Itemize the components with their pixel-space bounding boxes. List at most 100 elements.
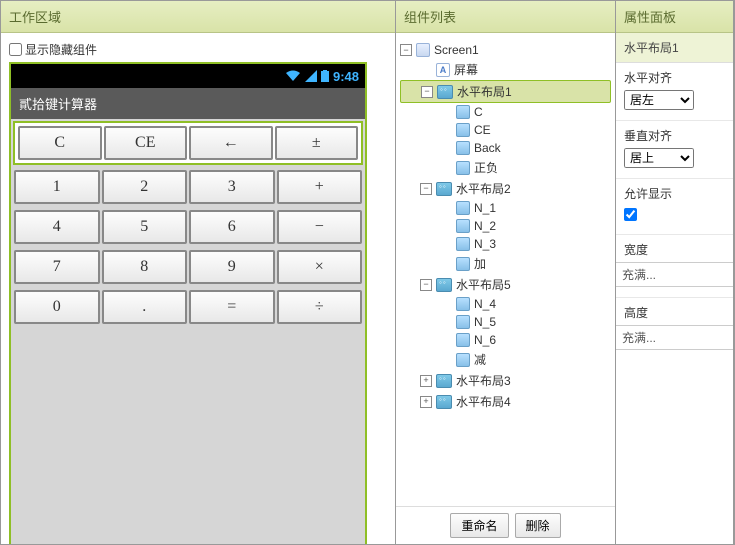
- calc-button[interactable]: 4: [14, 210, 100, 244]
- prop-width: 宽度 充满...: [616, 234, 733, 297]
- calc-button[interactable]: 3: [189, 170, 275, 204]
- property-body: 水平布局1 水平对齐 居左 垂直对齐 居上 允许显示 宽度 充满... 高度 充…: [616, 33, 733, 544]
- delete-button[interactable]: 删除: [515, 513, 561, 538]
- tree-node[interactable]: N_5: [400, 313, 611, 331]
- calc-button[interactable]: 0: [14, 290, 100, 324]
- tree-node[interactable]: − 水平布局5: [400, 274, 611, 295]
- tree-node-label: N_4: [474, 297, 496, 311]
- comp-icon: [456, 219, 470, 233]
- calc-button[interactable]: ←: [189, 126, 273, 160]
- collapse-icon[interactable]: −: [420, 183, 432, 195]
- tree-node-label: N_3: [474, 237, 496, 251]
- phone-content: CCE←±123+456−789×0.=÷: [11, 119, 365, 331]
- prop-height-label: 高度: [624, 304, 725, 321]
- tree-node-label: N_1: [474, 201, 496, 215]
- tree-node[interactable]: N_3: [400, 235, 611, 253]
- tree-node[interactable]: 加: [400, 253, 611, 274]
- component-list-title: 组件列表: [396, 1, 615, 33]
- tree-node[interactable]: N_2: [400, 217, 611, 235]
- prop-valign-label: 垂直对齐: [624, 127, 725, 144]
- collapse-icon[interactable]: −: [420, 279, 432, 291]
- layout-icon: [436, 374, 452, 388]
- calc-button[interactable]: ×: [277, 250, 363, 284]
- tree-node-label: 正负: [474, 159, 498, 176]
- tree-node-label: 水平布局5: [456, 276, 511, 293]
- calc-button[interactable]: 6: [189, 210, 275, 244]
- tree-node-label: 水平布局4: [456, 393, 511, 410]
- prop-visible-checkbox[interactable]: [624, 208, 637, 221]
- prop-valign: 垂直对齐 居上: [616, 120, 733, 178]
- calc-button[interactable]: +: [277, 170, 363, 204]
- comp-icon: [456, 141, 470, 155]
- show-hidden-row[interactable]: 显示隐藏组件: [9, 41, 387, 58]
- calc-button[interactable]: .: [102, 290, 188, 324]
- prop-height-value[interactable]: 充满...: [616, 325, 733, 350]
- property-panel: 属性面板 水平布局1 水平对齐 居左 垂直对齐 居上 允许显示 宽度 充满...…: [616, 1, 734, 544]
- text-icon: A: [436, 63, 450, 77]
- tree-node-label: C: [474, 105, 483, 119]
- expand-icon[interactable]: +: [420, 396, 432, 408]
- tree-node-label: 水平布局1: [457, 83, 512, 100]
- layout-icon: [437, 85, 453, 99]
- prop-width-label: 宽度: [624, 241, 725, 258]
- calc-row: 123+: [13, 169, 363, 205]
- calc-button[interactable]: 5: [102, 210, 188, 244]
- comp-icon: [456, 123, 470, 137]
- tree-node[interactable]: CE: [400, 121, 611, 139]
- comp-icon: [456, 257, 470, 271]
- comp-icon: [456, 161, 470, 175]
- tree-node[interactable]: N_1: [400, 199, 611, 217]
- tree-node[interactable]: N_4: [400, 295, 611, 313]
- calc-button[interactable]: CE: [104, 126, 188, 160]
- collapse-icon[interactable]: −: [400, 44, 412, 56]
- calc-button[interactable]: 8: [102, 250, 188, 284]
- comp-icon: [456, 315, 470, 329]
- tree-node[interactable]: −水平布局2: [400, 178, 611, 199]
- layout-icon: [436, 182, 452, 196]
- phone-app-title: 貳拾键计算器: [11, 88, 365, 119]
- calc-button[interactable]: −: [277, 210, 363, 244]
- rename-button[interactable]: 重命名: [450, 513, 508, 538]
- work-area-panel: 工作区域 显示隐藏组件 9:48 貳拾键计算器 CCE←±123+456−789…: [1, 1, 396, 544]
- tree-node[interactable]: −Screen1: [400, 41, 611, 59]
- tree-node-label: N_5: [474, 315, 496, 329]
- tree-node[interactable]: − 水平布局1: [400, 80, 611, 103]
- comp-icon: [456, 201, 470, 215]
- tree-node[interactable]: 减: [400, 349, 611, 370]
- expand-icon[interactable]: +: [420, 375, 432, 387]
- calc-row: 0.=÷: [13, 289, 363, 325]
- tree-node[interactable]: N_6: [400, 331, 611, 349]
- prop-width-value[interactable]: 充满...: [616, 262, 733, 287]
- prop-valign-select[interactable]: 居上: [624, 148, 694, 168]
- calc-button[interactable]: =: [189, 290, 275, 324]
- calc-button[interactable]: ÷: [277, 290, 363, 324]
- tree-node[interactable]: 正负: [400, 157, 611, 178]
- comp-icon: [456, 297, 470, 311]
- calc-button[interactable]: C: [18, 126, 102, 160]
- phone-statusbar: 9:48: [11, 64, 365, 88]
- tree-node[interactable]: Back: [400, 139, 611, 157]
- comp-icon: [456, 333, 470, 347]
- tree-node[interactable]: C: [400, 103, 611, 121]
- calc-button[interactable]: 1: [14, 170, 100, 204]
- calc-button[interactable]: 7: [14, 250, 100, 284]
- component-list-panel: 组件列表 −Screen1 A 屏幕 − 水平布局1 C CE Back 正负 −水平布局2 N_1…: [396, 1, 616, 544]
- show-hidden-checkbox[interactable]: [9, 43, 22, 56]
- prop-halign: 水平对齐 居左: [616, 63, 733, 120]
- prop-halign-select[interactable]: 居左: [624, 90, 694, 110]
- comp-icon: [456, 353, 470, 367]
- tree-node-label: Back: [474, 141, 501, 155]
- collapse-icon[interactable]: −: [421, 86, 433, 98]
- tree-node-label: 屏幕: [454, 61, 478, 78]
- tree-node[interactable]: +水平布局3: [400, 370, 611, 391]
- calc-button[interactable]: ±: [275, 126, 359, 160]
- calc-button[interactable]: 9: [189, 250, 275, 284]
- signal-icon: [305, 70, 317, 82]
- prop-halign-label: 水平对齐: [624, 69, 725, 86]
- tree-node[interactable]: A 屏幕: [400, 59, 611, 80]
- comp-icon: [456, 105, 470, 119]
- tree-buttons: 重命名 删除: [396, 506, 615, 544]
- layout-icon: [436, 278, 452, 292]
- calc-button[interactable]: 2: [102, 170, 188, 204]
- tree-node[interactable]: + 水平布局4: [400, 391, 611, 412]
